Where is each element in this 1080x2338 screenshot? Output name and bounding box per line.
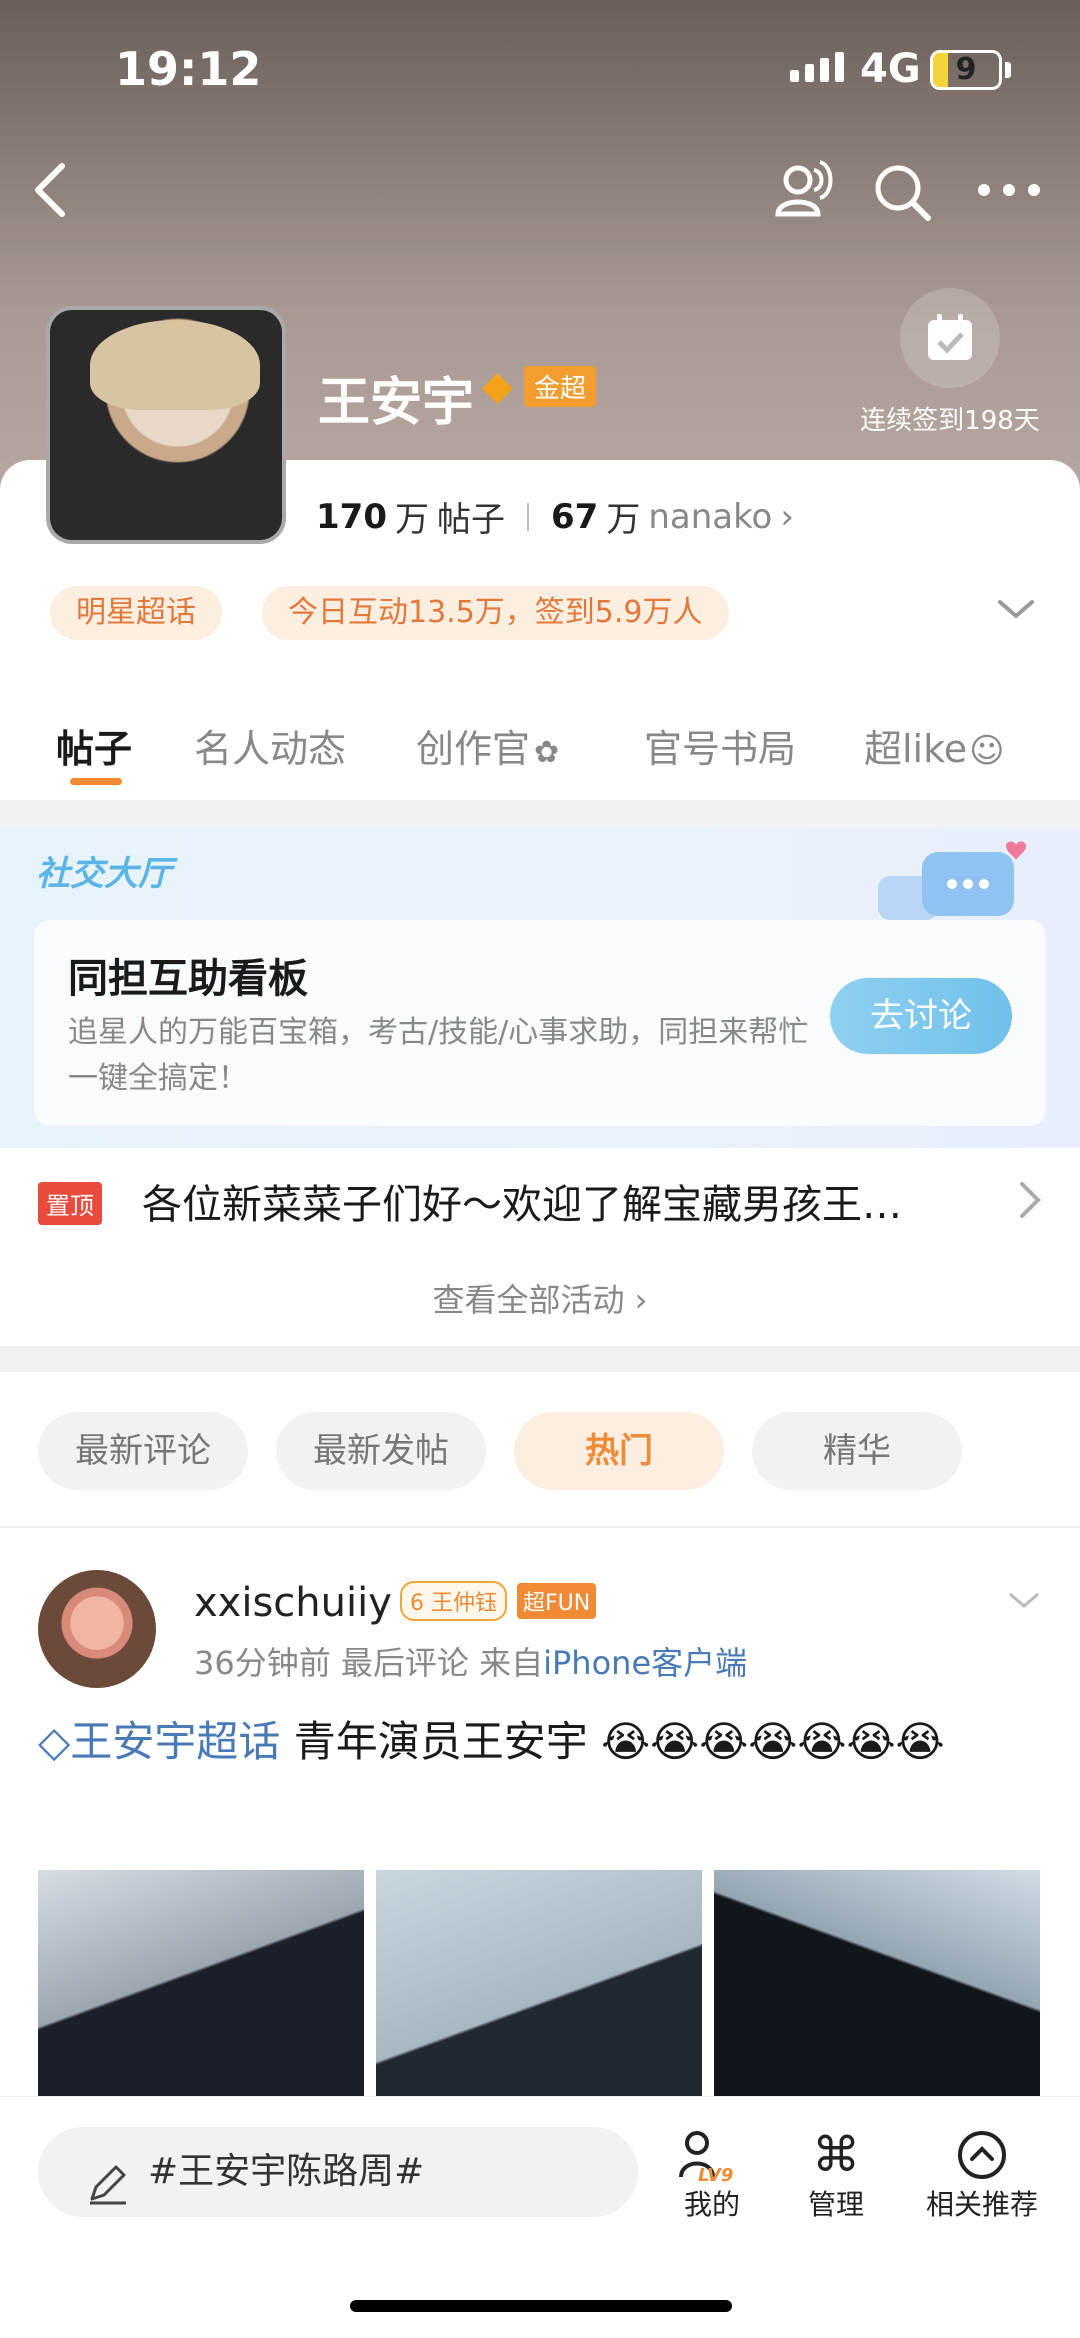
tab-bar: 帖子 名人动态 创作官 ✿ 官号书局 超like☺ xyxy=(0,700,1080,800)
tab-creator-label: 创作官 xyxy=(416,727,531,771)
pinned-text: 各位新菜菜子们好～欢迎了解宝藏男孩王… xyxy=(142,1182,902,1228)
home-indicator xyxy=(350,2300,732,2312)
manage-label: 管理 xyxy=(807,2188,864,2221)
compose-topic: #王安宇陈路周# xyxy=(148,2151,425,2192)
user-avatar[interactable] xyxy=(38,1570,156,1688)
chevron-up-circle-icon xyxy=(920,2127,1044,2183)
filter-divider xyxy=(0,1526,1080,1528)
tab-super-like-label: 超like xyxy=(864,727,968,771)
filter-latest-posts[interactable]: 最新发帖 xyxy=(276,1412,486,1490)
clock: 19:12 xyxy=(115,42,262,96)
tab-celebrity-news[interactable]: 名人动态 xyxy=(194,718,346,773)
post-image-3[interactable] xyxy=(714,1870,1040,2100)
tab-creator[interactable]: 创作官 ✿ xyxy=(416,718,559,773)
group-chat-icon[interactable] xyxy=(770,158,836,226)
tab-posts[interactable]: 帖子 xyxy=(56,718,132,773)
creator-badge-icon: ✿ xyxy=(534,735,560,770)
board-description: 追星人的万能百宝箱，考古/技能/心事求助，同担来帮忙一键全搞定！ xyxy=(68,1015,809,1096)
super-fun-badge: 超FUN xyxy=(517,1583,597,1619)
mine-label: 我的 xyxy=(683,2188,740,2221)
badge-label: 金超 xyxy=(524,365,597,407)
posts-label: 帖子 xyxy=(436,500,505,540)
diamond-icon: ◇ xyxy=(38,1717,71,1766)
post-meta-label: 最后评论 xyxy=(340,1644,469,1682)
board-title: 同担互助看板 xyxy=(68,956,308,1002)
sign-in-days: 连续签到198天 xyxy=(860,406,1040,436)
username[interactable]: xxischuiiy xyxy=(194,1580,392,1626)
filter-hot[interactable]: 热门 xyxy=(514,1412,724,1490)
posts-count: 170 xyxy=(316,496,387,537)
active-tab-indicator xyxy=(70,778,122,785)
level-tag: LV9 xyxy=(698,2165,734,2186)
category-pill[interactable]: 明星超话 xyxy=(50,586,222,640)
stats-row: 170 万 帖子 67 万 nanako › xyxy=(316,492,794,541)
fans-count: 67 xyxy=(550,496,599,537)
fans-label[interactable]: nanako xyxy=(648,497,772,537)
post-image-1[interactable] xyxy=(38,1870,364,2100)
more-icon[interactable] xyxy=(976,178,1042,206)
user-level-icon: LV9 xyxy=(670,2127,754,2186)
manage-button[interactable]: ⌘ 管理 xyxy=(794,2127,878,2223)
fan-level: 6 xyxy=(410,1591,424,1616)
topic-link[interactable]: ◇王安宇超话 xyxy=(38,1717,280,1766)
chevron-right-icon[interactable]: › xyxy=(780,497,794,537)
post-time: 36分钟前 xyxy=(194,1644,331,1682)
fan-name: 王仲钰 xyxy=(431,1591,498,1616)
compose-input[interactable]: #王安宇陈路周# xyxy=(38,2127,638,2217)
signal-icon xyxy=(790,52,844,82)
filter-latest-comments[interactable]: 最新评论 xyxy=(38,1412,248,1490)
post-content: ◇王安宇超话 青年演员王安宇 😭😭😭😭😭😭😭 xyxy=(38,1710,1048,1774)
battery-cap xyxy=(1005,62,1011,78)
filter-featured[interactable]: 精华 xyxy=(752,1412,962,1490)
emoji-crying-icon: 😭😭😭😭😭😭😭 xyxy=(601,1717,945,1766)
topic-text: 王安宇超话 xyxy=(70,1717,281,1766)
sign-in-button[interactable]: 连续签到198天 xyxy=(850,288,1050,437)
fans-unit: 万 xyxy=(606,500,641,540)
related-button[interactable]: 相关推荐 xyxy=(920,2127,1044,2223)
calendar-check-icon xyxy=(900,288,1000,388)
pen-icon xyxy=(86,2149,130,2239)
posts-unit: 万 xyxy=(394,500,429,540)
page-title: 王安宇 xyxy=(318,373,475,433)
post-image-2[interactable] xyxy=(376,1870,702,2100)
related-label: 相关推荐 xyxy=(925,2188,1038,2221)
chevron-down-icon[interactable] xyxy=(1006,1590,1042,1616)
fan-level-badge[interactable]: 6 王仲钰 xyxy=(400,1581,508,1621)
avatar[interactable] xyxy=(46,306,286,544)
see-all-activities[interactable]: 查看全部活动 › xyxy=(0,1275,1080,1321)
mine-button[interactable]: LV9 我的 xyxy=(670,2127,754,2223)
post-text: 青年演员王安宇 xyxy=(293,1717,588,1766)
chevron-right-icon xyxy=(1018,1180,1042,1224)
post-source-prefix: 来自 xyxy=(479,1644,544,1682)
post-meta: 36分钟前 最后评论 来自iPhone客户端 xyxy=(194,1638,747,1684)
help-board-card[interactable]: 同担互助看板 追星人的万能百宝箱，考古/技能/心事求助，同担来帮忙一键全搞定！ … xyxy=(34,920,1046,1126)
command-icon: ⌘ xyxy=(812,2127,860,2183)
network-label: 4G xyxy=(860,46,921,92)
section-divider xyxy=(0,800,1080,828)
social-lobby: 社交大厅 同担互助看板 追星人的万能百宝箱，考古/技能/心事求助，同担来帮忙一键… xyxy=(0,828,1080,1148)
smile-icon: ☺ xyxy=(969,731,1005,771)
pinned-tag: 置顶 xyxy=(38,1182,102,1225)
stats-divider xyxy=(526,502,529,531)
chevron-down-icon[interactable] xyxy=(996,596,1036,626)
tab-super-like[interactable]: 超like☺ xyxy=(864,718,1005,773)
battery-icon: 9 xyxy=(930,50,1002,90)
discuss-button[interactable]: 去讨论 xyxy=(830,978,1012,1054)
diamond-icon: ◆ xyxy=(482,363,513,409)
post-client[interactable]: iPhone客户端 xyxy=(543,1644,747,1682)
pinned-post[interactable]: 置顶 各位新菜菜子们好～欢迎了解宝藏男孩王… xyxy=(0,1152,1080,1252)
fan-badges: 6 王仲钰 超FUN xyxy=(400,1581,597,1621)
status-bar: 19:12 4G 9 xyxy=(0,0,1080,140)
search-icon[interactable] xyxy=(870,160,934,228)
gold-super-badge[interactable]: ◆ 金超 xyxy=(482,363,597,409)
lobby-title: 社交大厅 xyxy=(36,854,172,894)
back-icon[interactable] xyxy=(26,160,76,224)
section-divider-2 xyxy=(0,1346,1080,1372)
battery-level: 9 xyxy=(955,52,977,87)
activity-pill[interactable]: 今日互动13.5万，签到5.9万人 xyxy=(262,586,729,640)
tab-official-books[interactable]: 官号书局 xyxy=(644,718,796,773)
